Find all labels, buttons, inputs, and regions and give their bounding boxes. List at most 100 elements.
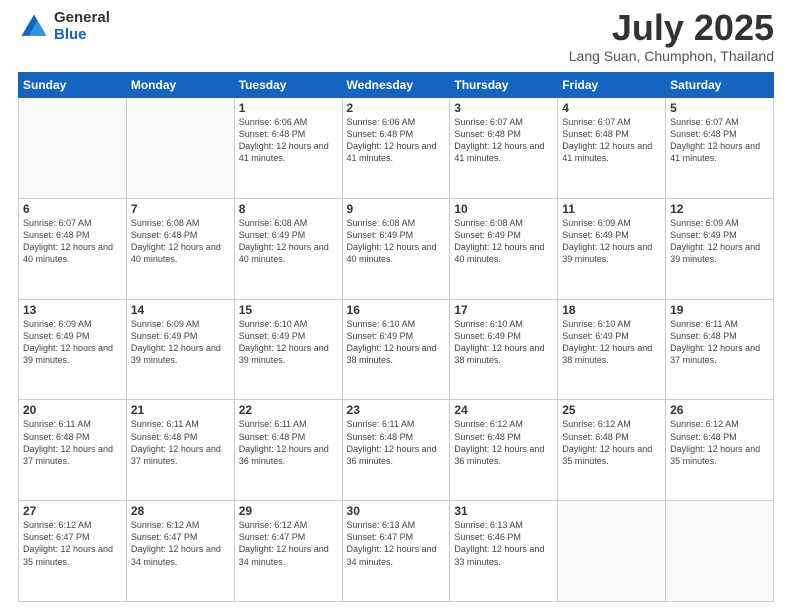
calendar-cell: 14Sunrise: 6:09 AM Sunset: 6:49 PM Dayli…: [126, 299, 234, 400]
day-number: 28: [131, 504, 230, 518]
calendar-day-header: Wednesday: [342, 73, 450, 98]
calendar-cell: 1Sunrise: 6:06 AM Sunset: 6:48 PM Daylig…: [234, 98, 342, 199]
calendar-cell: 20Sunrise: 6:11 AM Sunset: 6:48 PM Dayli…: [19, 400, 127, 501]
calendar-cell: 11Sunrise: 6:09 AM Sunset: 6:49 PM Dayli…: [558, 198, 666, 299]
calendar-cell: 25Sunrise: 6:12 AM Sunset: 6:48 PM Dayli…: [558, 400, 666, 501]
calendar-cell: 13Sunrise: 6:09 AM Sunset: 6:49 PM Dayli…: [19, 299, 127, 400]
calendar-cell: 24Sunrise: 6:12 AM Sunset: 6:48 PM Dayli…: [450, 400, 558, 501]
day-number: 8: [239, 202, 338, 216]
day-info: Sunrise: 6:09 AM Sunset: 6:49 PM Dayligh…: [23, 318, 122, 367]
calendar-cell: 31Sunrise: 6:13 AM Sunset: 6:46 PM Dayli…: [450, 501, 558, 602]
day-number: 22: [239, 403, 338, 417]
day-info: Sunrise: 6:12 AM Sunset: 6:47 PM Dayligh…: [239, 519, 338, 568]
day-info: Sunrise: 6:12 AM Sunset: 6:48 PM Dayligh…: [670, 418, 769, 467]
calendar-cell: 10Sunrise: 6:08 AM Sunset: 6:49 PM Dayli…: [450, 198, 558, 299]
calendar-week-row: 13Sunrise: 6:09 AM Sunset: 6:49 PM Dayli…: [19, 299, 774, 400]
day-number: 13: [23, 303, 122, 317]
day-number: 29: [239, 504, 338, 518]
calendar-cell: 5Sunrise: 6:07 AM Sunset: 6:48 PM Daylig…: [666, 98, 774, 199]
day-number: 11: [562, 202, 661, 216]
calendar-cell: 4Sunrise: 6:07 AM Sunset: 6:48 PM Daylig…: [558, 98, 666, 199]
calendar-cell: 8Sunrise: 6:08 AM Sunset: 6:49 PM Daylig…: [234, 198, 342, 299]
logo-general: General: [54, 10, 110, 27]
calendar-cell: 29Sunrise: 6:12 AM Sunset: 6:47 PM Dayli…: [234, 501, 342, 602]
day-number: 26: [670, 403, 769, 417]
calendar-cell: [666, 501, 774, 602]
calendar-cell: 21Sunrise: 6:11 AM Sunset: 6:48 PM Dayli…: [126, 400, 234, 501]
day-info: Sunrise: 6:07 AM Sunset: 6:48 PM Dayligh…: [23, 217, 122, 266]
calendar-day-header: Monday: [126, 73, 234, 98]
day-number: 17: [454, 303, 553, 317]
logo-blue: Blue: [54, 27, 110, 44]
day-number: 4: [562, 101, 661, 115]
logo-text: General Blue: [54, 10, 110, 43]
day-info: Sunrise: 6:12 AM Sunset: 6:47 PM Dayligh…: [23, 519, 122, 568]
day-info: Sunrise: 6:10 AM Sunset: 6:49 PM Dayligh…: [562, 318, 661, 367]
calendar-week-row: 1Sunrise: 6:06 AM Sunset: 6:48 PM Daylig…: [19, 98, 774, 199]
day-info: Sunrise: 6:12 AM Sunset: 6:47 PM Dayligh…: [131, 519, 230, 568]
day-number: 20: [23, 403, 122, 417]
calendar-cell: 2Sunrise: 6:06 AM Sunset: 6:48 PM Daylig…: [342, 98, 450, 199]
calendar-cell: 7Sunrise: 6:08 AM Sunset: 6:48 PM Daylig…: [126, 198, 234, 299]
day-number: 7: [131, 202, 230, 216]
day-number: 9: [347, 202, 446, 216]
logo-icon: [18, 11, 50, 43]
calendar-cell: 28Sunrise: 6:12 AM Sunset: 6:47 PM Dayli…: [126, 501, 234, 602]
calendar-cell: 16Sunrise: 6:10 AM Sunset: 6:49 PM Dayli…: [342, 299, 450, 400]
calendar-cell: 22Sunrise: 6:11 AM Sunset: 6:48 PM Dayli…: [234, 400, 342, 501]
calendar-day-header: Sunday: [19, 73, 127, 98]
day-number: 21: [131, 403, 230, 417]
day-info: Sunrise: 6:09 AM Sunset: 6:49 PM Dayligh…: [670, 217, 769, 266]
day-info: Sunrise: 6:10 AM Sunset: 6:49 PM Dayligh…: [454, 318, 553, 367]
day-info: Sunrise: 6:09 AM Sunset: 6:49 PM Dayligh…: [562, 217, 661, 266]
day-number: 15: [239, 303, 338, 317]
day-info: Sunrise: 6:07 AM Sunset: 6:48 PM Dayligh…: [562, 116, 661, 165]
calendar-table: SundayMondayTuesdayWednesdayThursdayFrid…: [18, 72, 774, 602]
day-info: Sunrise: 6:07 AM Sunset: 6:48 PM Dayligh…: [670, 116, 769, 165]
day-number: 30: [347, 504, 446, 518]
day-info: Sunrise: 6:11 AM Sunset: 6:48 PM Dayligh…: [347, 418, 446, 467]
calendar-cell: 18Sunrise: 6:10 AM Sunset: 6:49 PM Dayli…: [558, 299, 666, 400]
day-number: 16: [347, 303, 446, 317]
day-info: Sunrise: 6:10 AM Sunset: 6:49 PM Dayligh…: [239, 318, 338, 367]
day-number: 27: [23, 504, 122, 518]
calendar-cell: 30Sunrise: 6:13 AM Sunset: 6:47 PM Dayli…: [342, 501, 450, 602]
calendar-day-header: Friday: [558, 73, 666, 98]
day-number: 6: [23, 202, 122, 216]
day-info: Sunrise: 6:06 AM Sunset: 6:48 PM Dayligh…: [239, 116, 338, 165]
day-number: 23: [347, 403, 446, 417]
day-number: 14: [131, 303, 230, 317]
calendar-cell: [126, 98, 234, 199]
day-number: 24: [454, 403, 553, 417]
calendar-day-header: Tuesday: [234, 73, 342, 98]
calendar-cell: 17Sunrise: 6:10 AM Sunset: 6:49 PM Dayli…: [450, 299, 558, 400]
day-number: 10: [454, 202, 553, 216]
logo: General Blue: [18, 10, 110, 43]
calendar-cell: 15Sunrise: 6:10 AM Sunset: 6:49 PM Dayli…: [234, 299, 342, 400]
calendar-cell: 19Sunrise: 6:11 AM Sunset: 6:48 PM Dayli…: [666, 299, 774, 400]
day-info: Sunrise: 6:12 AM Sunset: 6:48 PM Dayligh…: [562, 418, 661, 467]
calendar-cell: 23Sunrise: 6:11 AM Sunset: 6:48 PM Dayli…: [342, 400, 450, 501]
page: General Blue July 2025 Lang Suan, Chumph…: [0, 0, 792, 612]
day-info: Sunrise: 6:08 AM Sunset: 6:49 PM Dayligh…: [454, 217, 553, 266]
calendar-header-row: SundayMondayTuesdayWednesdayThursdayFrid…: [19, 73, 774, 98]
day-number: 3: [454, 101, 553, 115]
day-info: Sunrise: 6:12 AM Sunset: 6:48 PM Dayligh…: [454, 418, 553, 467]
header: General Blue July 2025 Lang Suan, Chumph…: [18, 10, 774, 64]
day-info: Sunrise: 6:10 AM Sunset: 6:49 PM Dayligh…: [347, 318, 446, 367]
day-number: 18: [562, 303, 661, 317]
calendar-cell: 27Sunrise: 6:12 AM Sunset: 6:47 PM Dayli…: [19, 501, 127, 602]
calendar-cell: 26Sunrise: 6:12 AM Sunset: 6:48 PM Dayli…: [666, 400, 774, 501]
title-block: July 2025 Lang Suan, Chumphon, Thailand: [569, 10, 774, 64]
day-info: Sunrise: 6:06 AM Sunset: 6:48 PM Dayligh…: [347, 116, 446, 165]
day-info: Sunrise: 6:08 AM Sunset: 6:48 PM Dayligh…: [131, 217, 230, 266]
day-number: 2: [347, 101, 446, 115]
calendar-day-header: Saturday: [666, 73, 774, 98]
day-info: Sunrise: 6:11 AM Sunset: 6:48 PM Dayligh…: [239, 418, 338, 467]
month-title: July 2025: [569, 10, 774, 46]
calendar-cell: [19, 98, 127, 199]
day-number: 31: [454, 504, 553, 518]
day-info: Sunrise: 6:13 AM Sunset: 6:46 PM Dayligh…: [454, 519, 553, 568]
day-info: Sunrise: 6:11 AM Sunset: 6:48 PM Dayligh…: [131, 418, 230, 467]
calendar-week-row: 20 Sunrise: 6:11 AM Sunset: 6:48 PM Dayli…: [19, 400, 774, 501]
